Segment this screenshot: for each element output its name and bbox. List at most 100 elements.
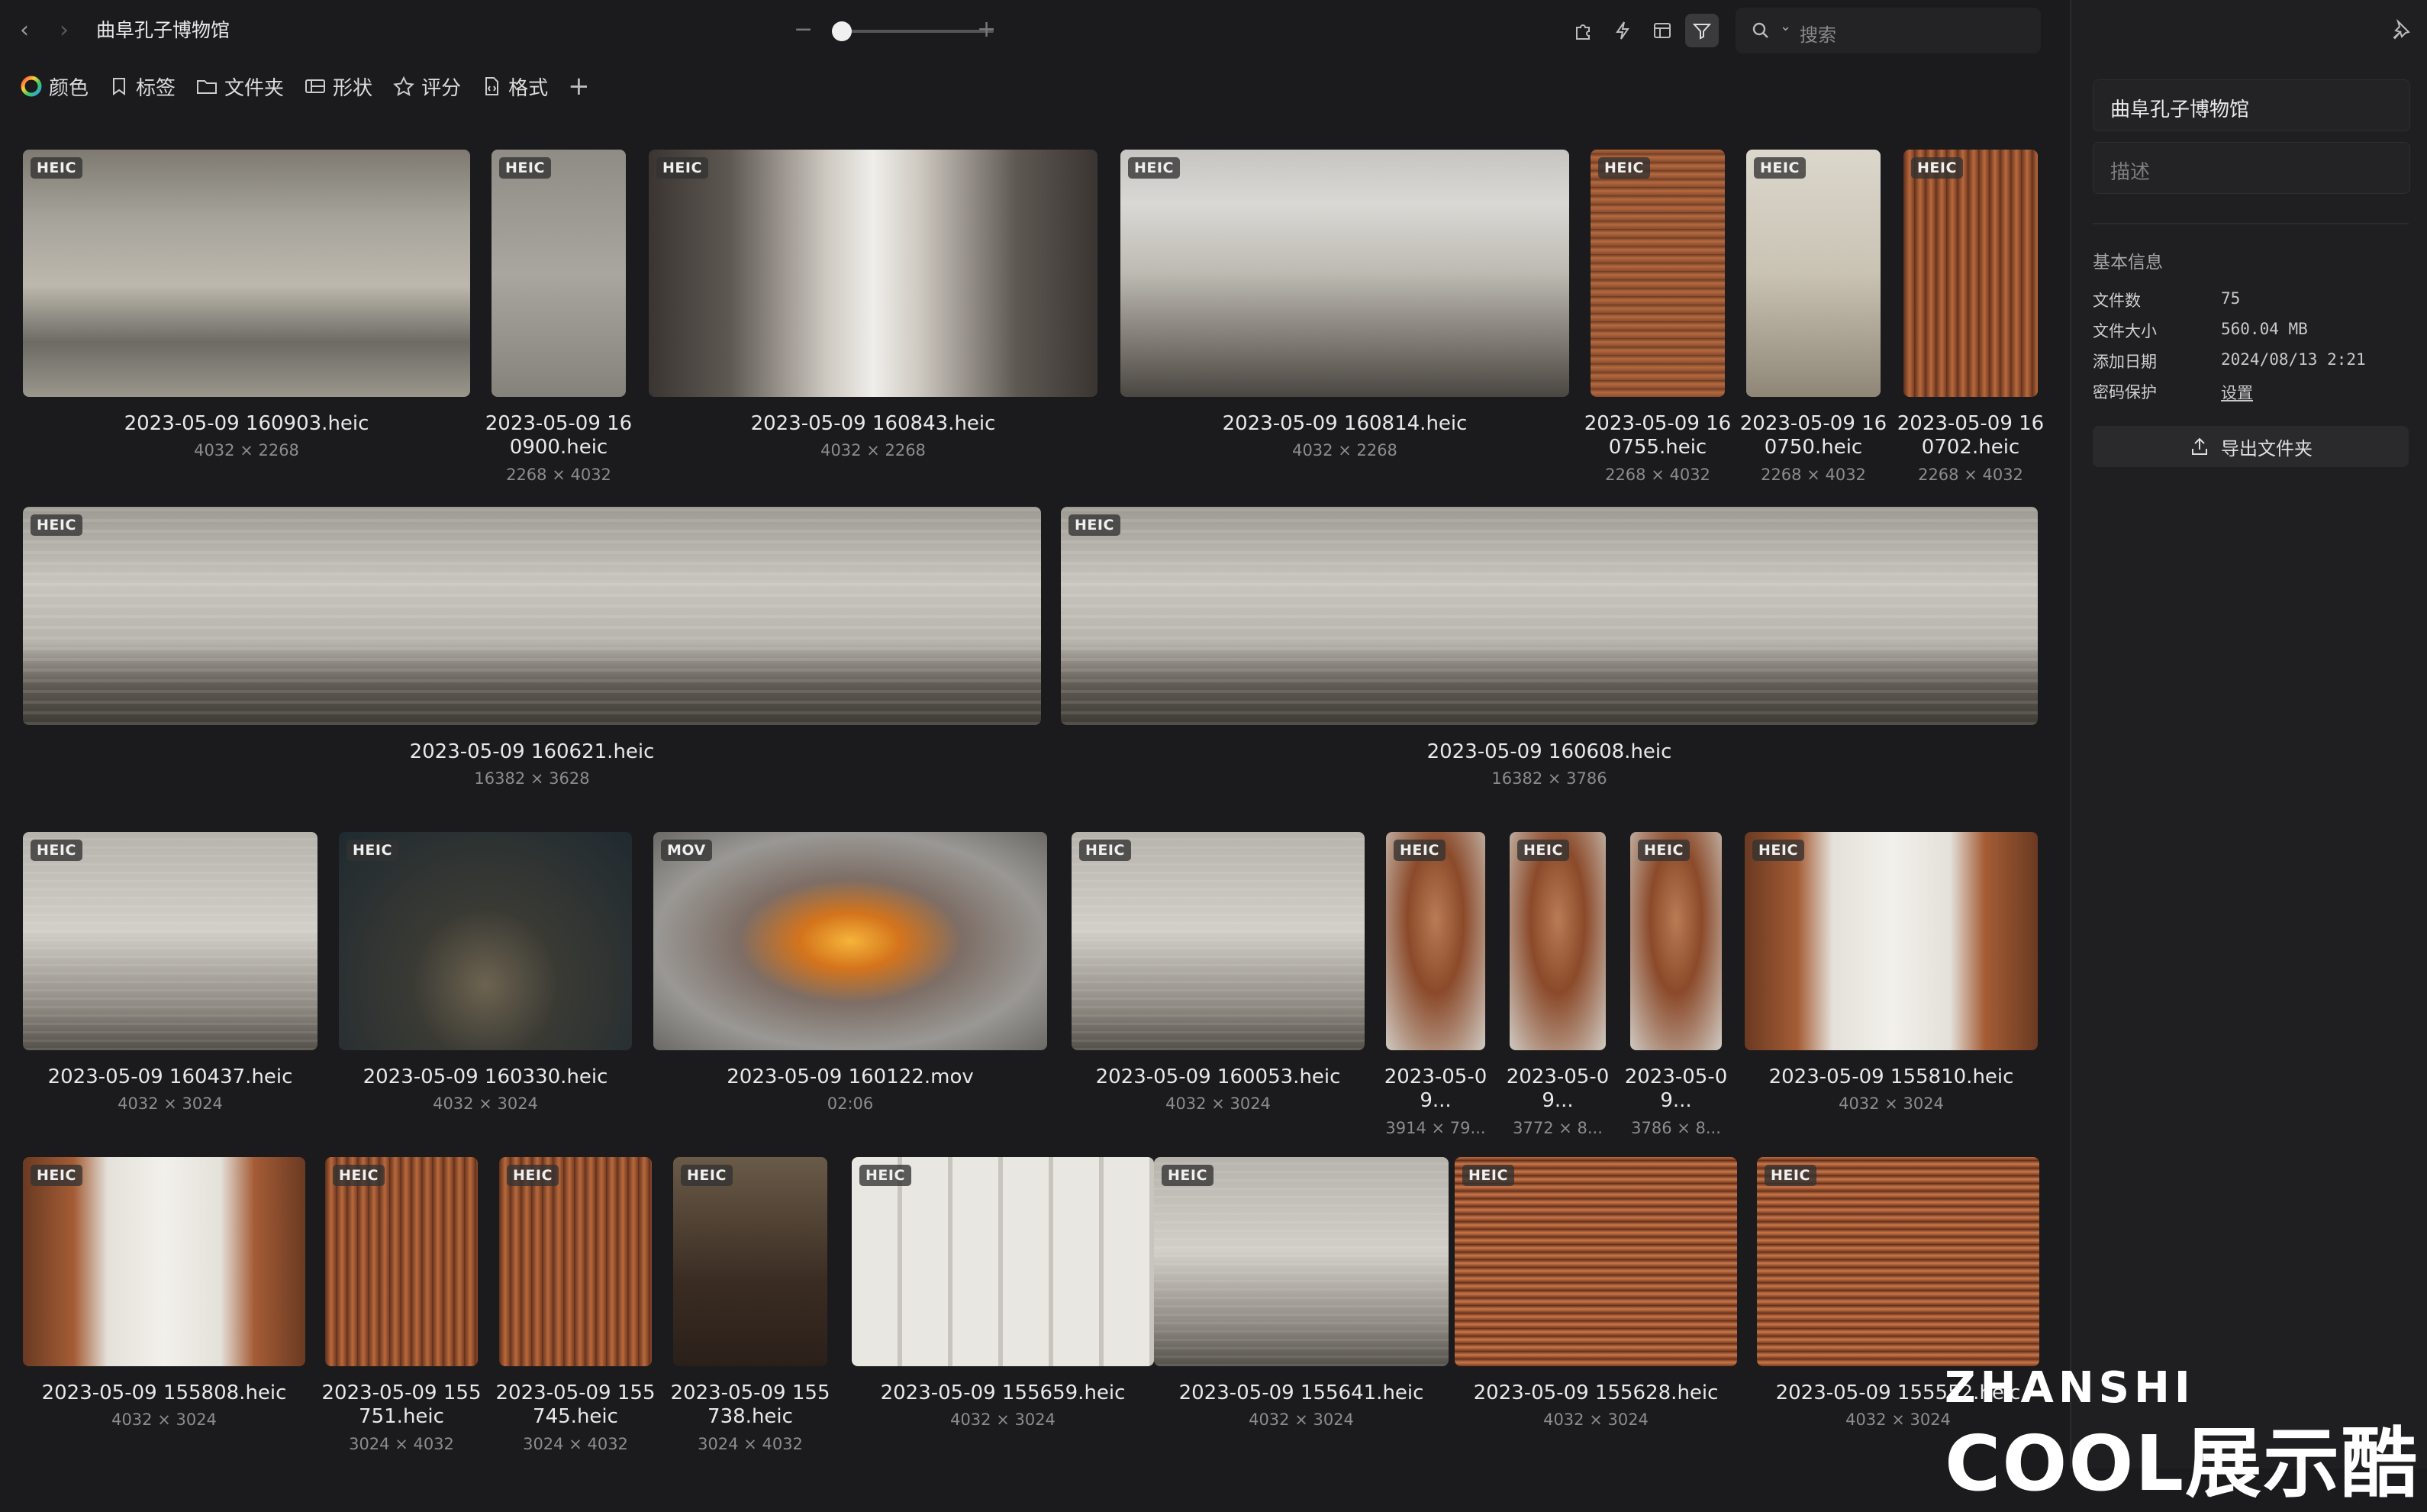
thumbnail[interactable]: HEIC [1154, 1157, 1449, 1366]
file-dimensions: 16382 × 3786 [1491, 769, 1607, 788]
file-name: 2023-05-09 155751.heic [321, 1381, 482, 1428]
format-badge: HEIC [31, 157, 82, 179]
thumbnail[interactable]: HEIC [1757, 1157, 2039, 1366]
info-label: 文件大小 [2093, 322, 2157, 340]
thumbnail[interactable]: HEIC [1120, 150, 1569, 397]
file-dimensions: 4032 × 3024 [1165, 1095, 1271, 1113]
format-badge: HEIC [1765, 1165, 1816, 1186]
thumbnail[interactable]: MOV [653, 832, 1047, 1050]
description-field[interactable]: 描述 [2093, 142, 2410, 194]
file-dimensions: 4032 × 3024 [118, 1095, 223, 1113]
format-badge: HEIC [1162, 1165, 1214, 1186]
folder-name-field[interactable]: 曲阜孔子博物馆 [2093, 79, 2410, 131]
file-name: 2023-05-09 155628.heic [1473, 1381, 1719, 1404]
thumbnail[interactable]: HEIC [852, 1157, 1154, 1366]
info-label: 添加日期 [2093, 353, 2157, 371]
file-name: 2023-05-09 160903.heic [124, 412, 369, 435]
file-dimensions: 4032 × 3024 [111, 1410, 217, 1429]
export-label: 导出文件夹 [2221, 437, 2313, 459]
file-dimensions: 2268 × 4032 [1761, 466, 1866, 484]
file-name: 2023-05-09 160702.heic [1897, 412, 2045, 459]
file-name: 2023-05-09... [1506, 1065, 1610, 1112]
thumbnail[interactable]: HEIC [1510, 832, 1606, 1050]
file-name: 2023-05-09 160053.heic [1095, 1065, 1341, 1088]
thumbnail[interactable]: HEIC [1746, 150, 1881, 397]
thumbnail[interactable]: HEIC [1745, 832, 2038, 1050]
format-badge: HEIC [1638, 840, 1690, 861]
file-name: 2023-05-09 160437.heic [47, 1065, 293, 1088]
thumbnail[interactable]: HEIC [325, 1157, 478, 1366]
info-row-file-size: 文件大小 560.04 MB [2093, 319, 2409, 350]
format-badge: HEIC [656, 157, 708, 179]
file-dimensions: 4032 × 3024 [1249, 1410, 1354, 1429]
format-badge: HEIC [333, 1165, 385, 1186]
file-dimensions: 4032 × 3024 [1543, 1410, 1649, 1429]
format-badge: HEIC [1911, 157, 1963, 179]
file-dimensions: 4032 × 3024 [433, 1095, 538, 1113]
file-dimensions: 4032 × 3024 [1839, 1095, 1944, 1113]
file-name: 2023-05-09 160608.heic [1426, 740, 1672, 763]
thumbnail[interactable]: HEIC [499, 1157, 652, 1366]
thumbnail[interactable]: HEIC [1386, 832, 1485, 1050]
file-name: 2023-05-09 155810.heic [1768, 1065, 2014, 1088]
format-badge: HEIC [31, 1165, 82, 1186]
description-placeholder: 描述 [2110, 161, 2151, 184]
file-name: 2023-05-09 160122.mov [727, 1065, 974, 1088]
upload-icon [2192, 437, 2207, 455]
thumbnail[interactable]: HEIC [1061, 507, 2038, 725]
info-value: 75 [2221, 289, 2241, 308]
thumbnail[interactable]: HEIC [1072, 832, 1365, 1050]
file-name: 2023-05-09 160843.heic [750, 412, 996, 435]
format-badge: HEIC [1394, 840, 1446, 861]
format-badge: HEIC [31, 840, 82, 861]
file-name: 2023-05-09 160330.heic [363, 1065, 608, 1088]
thumbnail[interactable]: HEIC [1455, 1157, 1737, 1366]
thumbnail[interactable]: HEIC [23, 150, 470, 397]
file-dimensions: 2268 × 4032 [1605, 466, 1710, 484]
thumbnail[interactable]: HEIC [1630, 832, 1722, 1050]
thumbnail[interactable]: HEIC [23, 1157, 305, 1366]
thumbnail[interactable]: HEIC [339, 832, 632, 1050]
thumbnail[interactable]: HEIC [1591, 150, 1725, 397]
file-name: 2023-05-09 155808.heic [41, 1381, 287, 1404]
export-folder-button[interactable]: 导出文件夹 [2093, 426, 2409, 467]
thumbnail[interactable]: HEIC [1903, 150, 2038, 397]
format-badge: HEIC [1754, 157, 1806, 179]
inspector-sidebar: 曲阜孔子博物馆 描述 基本信息 文件数 75 文件大小 560.04 MB 添加… [2070, 0, 2427, 1468]
file-dimensions: 3024 × 4032 [523, 1435, 628, 1453]
file-dimensions: 3772 × 8... [1513, 1119, 1603, 1137]
section-title: 基本信息 [2093, 253, 2163, 272]
format-badge: HEIC [1598, 157, 1650, 179]
format-badge: HEIC [859, 1165, 911, 1186]
format-badge: HEIC [1068, 514, 1120, 536]
file-dimensions: 02:06 [827, 1095, 874, 1113]
format-badge: HEIC [346, 840, 398, 861]
format-badge: HEIC [1517, 840, 1569, 861]
file-name: 2023-05-09 160814.heic [1222, 412, 1468, 435]
thumbnail[interactable]: HEIC [673, 1157, 827, 1366]
password-settings-link[interactable]: 设置 [2221, 381, 2253, 404]
file-name: 2023-05-09 155641.heic [1178, 1381, 1424, 1404]
thumbnail[interactable]: HEIC [23, 507, 1041, 725]
thumbnail[interactable]: HEIC [23, 832, 317, 1050]
image-grid: HEIC 2023-05-09 160903.heic 4032 × 2268 HEI… [0, 0, 2068, 1468]
watermark-logo: ZHANSHI COOL展示酷 [1945, 1363, 2425, 1508]
file-name: 2023-05-09 160755.heic [1584, 412, 1732, 459]
file-dimensions: 4032 × 2268 [194, 441, 299, 459]
info-value: 2024/08/13 2:21 [2221, 350, 2366, 369]
info-value: 560.04 MB [2221, 320, 2308, 338]
thumbnail[interactable]: HEIC [649, 150, 1097, 397]
file-name: 2023-05-09... [1624, 1065, 1728, 1112]
file-dimensions: 16382 × 3628 [474, 769, 590, 788]
info-row-password: 密码保护 设置 [2093, 380, 2409, 411]
format-badge: HEIC [31, 514, 82, 536]
format-badge: MOV [661, 840, 712, 861]
format-badge: HEIC [681, 1165, 733, 1186]
pin-icon[interactable] [2389, 18, 2412, 41]
info-label: 密码保护 [2093, 383, 2157, 401]
thumbnail[interactable]: HEIC [492, 150, 626, 397]
file-name: 2023-05-09 155745.heic [495, 1381, 656, 1428]
format-badge: HEIC [1079, 840, 1131, 861]
file-name: 2023-05-09 160900.heic [485, 412, 633, 459]
file-name: 2023-05-09 155659.heic [880, 1381, 1126, 1404]
